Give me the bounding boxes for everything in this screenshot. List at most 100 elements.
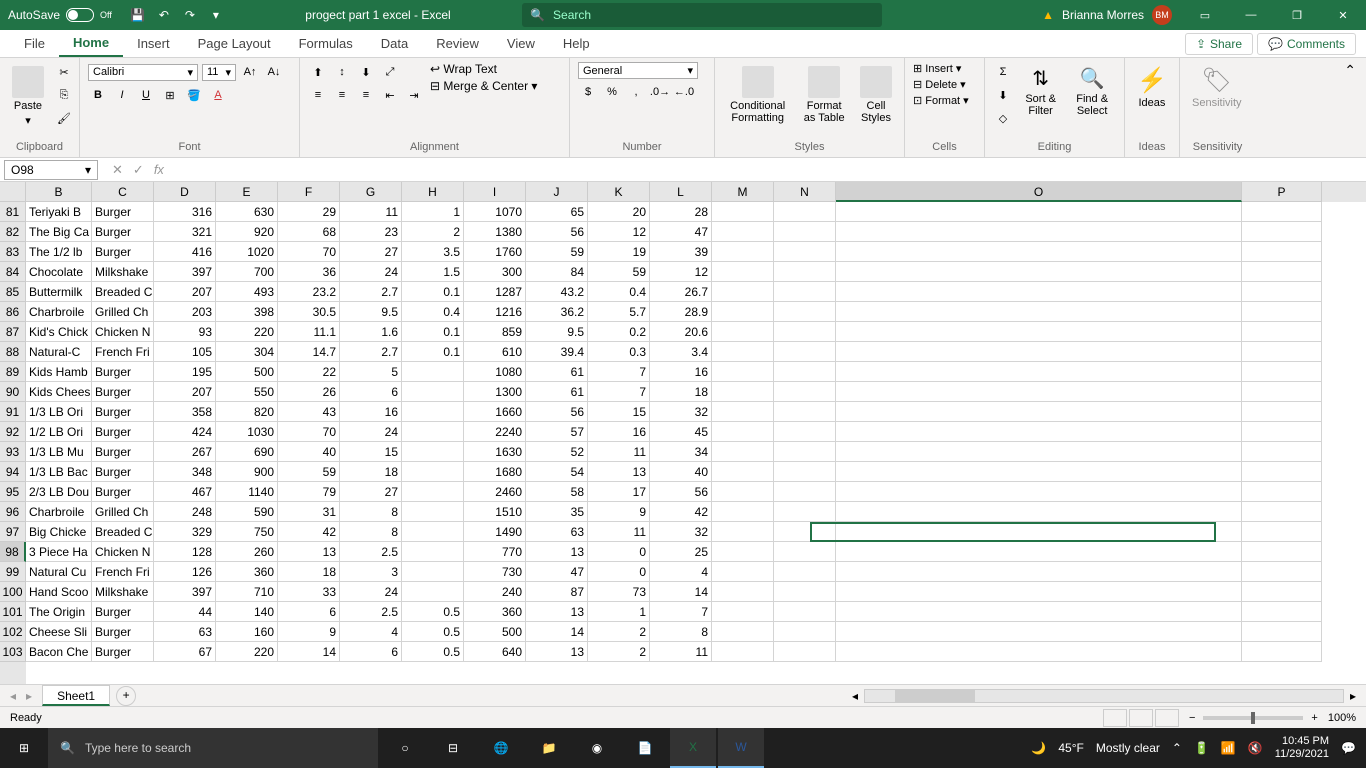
cell[interactable]	[774, 602, 836, 622]
cell[interactable]: 550	[216, 382, 278, 402]
cell[interactable]	[836, 322, 1242, 342]
cell[interactable]: 16	[340, 402, 402, 422]
cell[interactable]: 56	[526, 402, 588, 422]
cell[interactable]: 590	[216, 502, 278, 522]
cell[interactable]: 160	[216, 622, 278, 642]
cell[interactable]: The Big Ca	[26, 222, 92, 242]
weather-condition[interactable]: Mostly clear	[1096, 741, 1160, 755]
cell[interactable]	[774, 502, 836, 522]
cell[interactable]	[836, 642, 1242, 662]
cell[interactable]: 360	[216, 562, 278, 582]
cell[interactable]: Burger	[92, 602, 154, 622]
cell[interactable]: 1680	[464, 462, 526, 482]
cell[interactable]: Chocolate	[26, 262, 92, 282]
weather-temp[interactable]: 45°F	[1058, 741, 1083, 755]
cell[interactable]: 42	[278, 522, 340, 542]
cell[interactable]: 1080	[464, 362, 526, 382]
cell[interactable]	[1242, 562, 1322, 582]
cell[interactable]	[712, 562, 774, 582]
volume-icon[interactable]: 🔇	[1248, 741, 1263, 755]
close-button[interactable]: ✕	[1320, 0, 1366, 30]
cortana-icon[interactable]: ○	[382, 728, 428, 768]
align-left-icon[interactable]: ≡	[308, 85, 328, 105]
cell[interactable]: 0	[588, 542, 650, 562]
cell[interactable]: 0.4	[402, 302, 464, 322]
cell[interactable]: 32	[650, 522, 712, 542]
cell[interactable]	[1242, 222, 1322, 242]
page-layout-view-button[interactable]	[1129, 709, 1153, 727]
column-header[interactable]: J	[526, 182, 588, 202]
column-header[interactable]: E	[216, 182, 278, 202]
cell[interactable]	[712, 282, 774, 302]
cell[interactable]	[1242, 202, 1322, 222]
align-middle-icon[interactable]: ↕	[332, 62, 352, 82]
cell[interactable]: 65	[526, 202, 588, 222]
row-header[interactable]: 100	[0, 582, 26, 602]
cell[interactable]	[836, 382, 1242, 402]
cell[interactable]: 14	[650, 582, 712, 602]
word-taskbar-icon[interactable]: W	[718, 728, 764, 768]
cell[interactable]: 1	[402, 202, 464, 222]
cell[interactable]	[712, 602, 774, 622]
cell[interactable]: 28.9	[650, 302, 712, 322]
cell[interactable]: Burger	[92, 422, 154, 442]
cell[interactable]	[836, 582, 1242, 602]
cell[interactable]	[712, 302, 774, 322]
cell[interactable]	[774, 402, 836, 422]
cell[interactable]: 12	[650, 262, 712, 282]
cell[interactable]	[1242, 262, 1322, 282]
cell[interactable]: 26	[278, 382, 340, 402]
user-account[interactable]: ▲ Brianna Morres BM	[1032, 5, 1182, 25]
cell[interactable]: 44	[154, 602, 216, 622]
chrome-icon[interactable]: ◉	[574, 728, 620, 768]
cell[interactable]: 1380	[464, 222, 526, 242]
cell[interactable]	[1242, 342, 1322, 362]
cell[interactable]: 750	[216, 522, 278, 542]
cell[interactable]: 43	[278, 402, 340, 422]
cell[interactable]: 8	[340, 522, 402, 542]
cell[interactable]: 7	[588, 362, 650, 382]
cell[interactable]	[1242, 422, 1322, 442]
cell[interactable]: 34	[650, 442, 712, 462]
column-header[interactable]: P	[1242, 182, 1322, 202]
cell[interactable]	[774, 442, 836, 462]
maximize-button[interactable]: ❐	[1274, 0, 1320, 30]
cell[interactable]: 500	[464, 622, 526, 642]
search-bar[interactable]: 🔍 Search	[522, 3, 882, 27]
cell[interactable]: 27	[340, 242, 402, 262]
merge-center-button[interactable]: ⊟ Merge & Center ▾	[430, 79, 537, 93]
cell[interactable]: Breaded C	[92, 282, 154, 302]
cell[interactable]: 5	[340, 362, 402, 382]
cell[interactable]	[712, 502, 774, 522]
row-header[interactable]: 81	[0, 202, 26, 222]
column-header[interactable]: O	[836, 182, 1242, 202]
taskbar-clock[interactable]: 10:45 PM 11/29/2021	[1275, 735, 1329, 761]
cell[interactable]: 397	[154, 262, 216, 282]
align-bottom-icon[interactable]: ⬇	[356, 62, 376, 82]
cell[interactable]	[774, 202, 836, 222]
notifications-icon[interactable]: 💬	[1341, 741, 1356, 755]
decrease-indent-icon[interactable]: ⇤	[380, 85, 400, 105]
conditional-formatting-button[interactable]: Conditional Formatting	[723, 62, 792, 139]
cell[interactable]: 397	[154, 582, 216, 602]
cell[interactable]: 18	[278, 562, 340, 582]
cut-icon[interactable]: ✂	[54, 62, 74, 82]
cell[interactable]: 19	[588, 242, 650, 262]
cell[interactable]: 1/3 LB Bac	[26, 462, 92, 482]
cell[interactable]	[836, 602, 1242, 622]
cell[interactable]: 1140	[216, 482, 278, 502]
cell[interactable]	[836, 222, 1242, 242]
cell[interactable]: 398	[216, 302, 278, 322]
cell[interactable]: 61	[526, 362, 588, 382]
cell[interactable]: 40	[278, 442, 340, 462]
cell[interactable]: 316	[154, 202, 216, 222]
comments-button[interactable]: 💬Comments	[1257, 33, 1356, 55]
cell[interactable]: Grilled Ch	[92, 302, 154, 322]
cell[interactable]	[774, 262, 836, 282]
cell[interactable]	[1242, 302, 1322, 322]
cell[interactable]: 610	[464, 342, 526, 362]
cell[interactable]: Hand Scoo	[26, 582, 92, 602]
cell[interactable]: 207	[154, 382, 216, 402]
tab-formulas[interactable]: Formulas	[285, 30, 367, 57]
column-header[interactable]: L	[650, 182, 712, 202]
